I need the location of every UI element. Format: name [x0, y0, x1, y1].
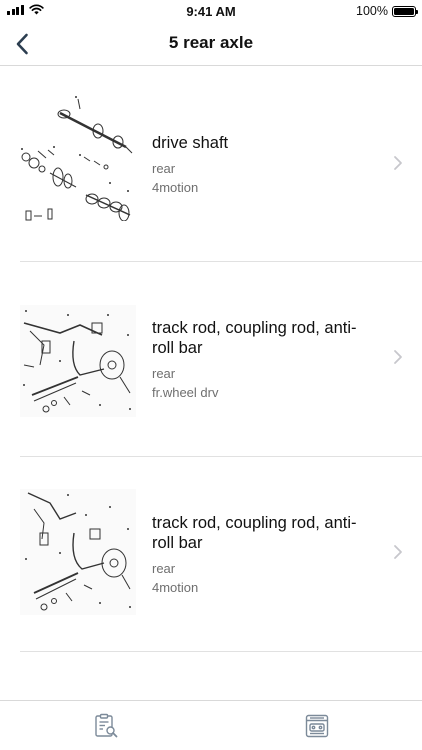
parts-catalog-icon[interactable]	[304, 713, 330, 739]
list-item-detail: fr.wheel drv	[152, 385, 219, 400]
drive-shaft-diagram-thumbnail	[21, 96, 133, 221]
list-item-subtitle: rear	[152, 161, 176, 176]
list-item-detail: 4motion	[152, 180, 199, 195]
list-item-detail: 4motion	[152, 580, 199, 595]
list-item[interactable]: drive shaft rear 4motion	[0, 67, 422, 262]
suspension-diagram-thumbnail	[20, 305, 136, 417]
chevron-right-icon	[394, 350, 402, 364]
list-item[interactable]: track rod, coupling rod, anti-roll bar r…	[0, 457, 422, 652]
clipboard-search-icon[interactable]	[93, 713, 119, 739]
battery-status: 100%	[356, 4, 418, 18]
list-item[interactable]: track rod, coupling rod, anti-roll bar r…	[0, 262, 422, 457]
list-item-title: track rod, coupling rod, anti-roll bar	[152, 514, 357, 552]
chevron-right-icon	[394, 156, 402, 170]
battery-percent: 100%	[356, 4, 388, 18]
list-item-title: track rod, coupling rod, anti-roll bar	[152, 319, 357, 357]
status-bar: 9:41 AM 100%	[0, 0, 422, 22]
parts-list: drive shaft rear 4motion track rod, coup…	[0, 67, 422, 652]
list-item-subtitle: rear	[152, 366, 176, 381]
chevron-right-icon	[394, 545, 402, 559]
battery-level	[394, 7, 414, 15]
page-title: 5 rear axle	[168, 33, 254, 52]
suspension-diagram-thumbnail	[20, 489, 136, 615]
tab-bar	[0, 700, 422, 750]
list-item-text: track rod, coupling rod, anti-roll bar r…	[152, 318, 372, 402]
list-item-text: drive shaft rear 4motion	[152, 133, 372, 197]
battery-icon	[392, 5, 418, 17]
list-item-text: track rod, coupling rod, anti-roll bar r…	[152, 513, 372, 597]
navigation-bar: 5 rear axle	[0, 22, 422, 66]
list-divider	[20, 651, 422, 652]
list-item-subtitle: rear	[152, 561, 176, 576]
list-item-title: drive shaft	[152, 134, 229, 152]
